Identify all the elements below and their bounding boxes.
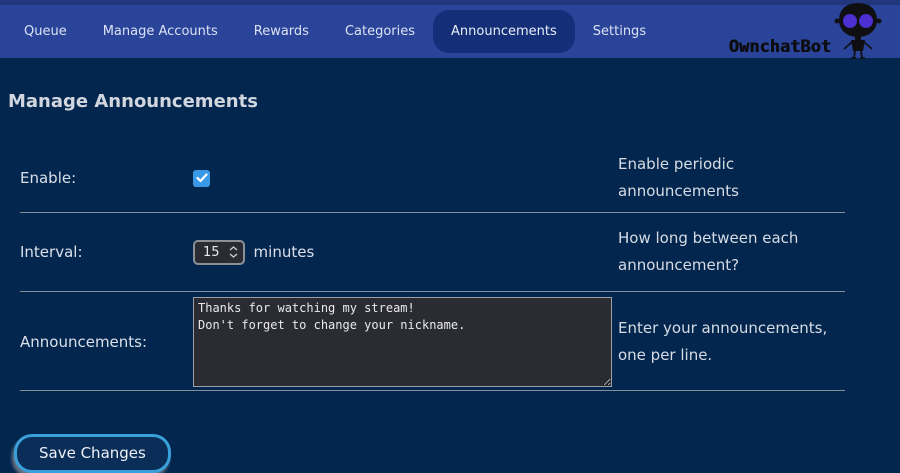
announcements-row: Announcements: Thanks for watching my st… — [20, 292, 845, 391]
nav-item-manage-accounts[interactable]: Manage Accounts — [85, 10, 236, 53]
interval-help-text: How long between each announcement? — [618, 225, 845, 279]
nav-item-queue[interactable]: Queue — [6, 10, 85, 53]
logo-text: OwnchatBot — [729, 37, 831, 63]
interval-label: Interval: — [20, 243, 193, 261]
interval-input[interactable]: 15 — [193, 240, 245, 265]
nav-item-settings[interactable]: Settings — [575, 10, 664, 53]
robot-mascot-icon — [832, 1, 884, 63]
logo: OwnchatBot — [729, 5, 884, 63]
enable-label: Enable: — [20, 169, 193, 187]
save-changes-button[interactable]: Save Changes — [14, 434, 171, 473]
interval-unit-label: minutes — [254, 243, 315, 261]
enable-checkbox[interactable] — [193, 170, 210, 187]
announcements-textarea[interactable]: Thanks for watching my stream! Don't for… — [193, 297, 612, 387]
navbar: Queue Manage Accounts Rewards Categories… — [0, 5, 900, 58]
announcements-label: Announcements: — [20, 333, 193, 351]
announcements-help-text: Enter your announcements, one per line. — [618, 315, 845, 369]
page-title: Manage Announcements — [8, 91, 900, 112]
enable-row: Enable: Enable periodic announcements — [20, 142, 845, 213]
spinner-arrows-icon[interactable] — [229, 246, 238, 258]
interval-row: Interval: 15 minutes How long between ea… — [20, 213, 845, 292]
announcements-form: Enable: Enable periodic announcements In… — [20, 142, 845, 391]
enable-help-text: Enable periodic announcements — [618, 151, 845, 205]
checkmark-icon — [196, 173, 208, 183]
nav-item-categories[interactable]: Categories — [327, 10, 433, 53]
nav-item-rewards[interactable]: Rewards — [236, 10, 327, 53]
interval-value: 15 — [203, 245, 220, 260]
nav-item-announcements[interactable]: Announcements — [433, 10, 575, 53]
